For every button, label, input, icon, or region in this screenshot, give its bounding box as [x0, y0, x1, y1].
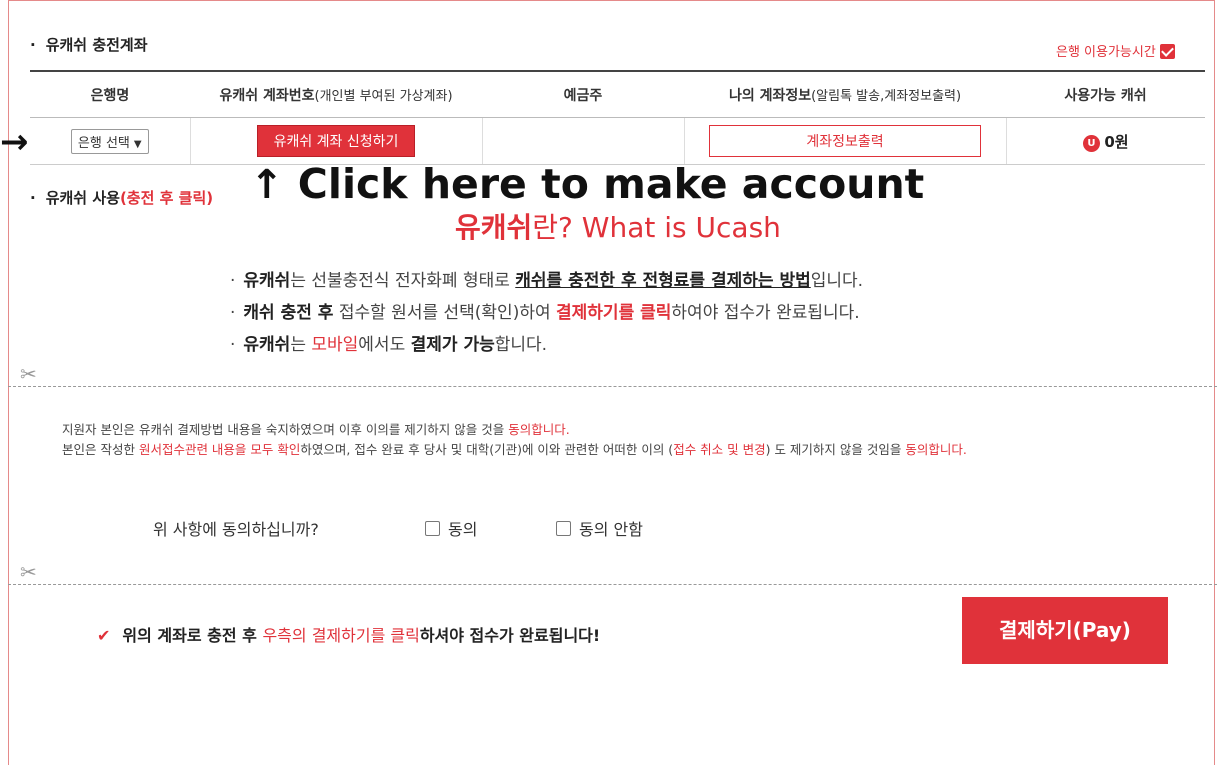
cut-divider	[8, 386, 1217, 387]
cash-amount: 0원	[1104, 132, 1129, 151]
use-section-title: · 유캐쉬 사용(충전 후 클릭)	[30, 189, 214, 207]
scissors-icon: ✂	[20, 362, 37, 386]
table-row: 은행 선택 ▼ 유캐쉬 계좌 신청하기 계좌정보출력 U 0원	[30, 117, 1205, 165]
list-item: · 유캐쉬는 선불충전식 전자화폐 형태로 캐쉬를 충전한 후 전형료를 결제하는…	[230, 271, 864, 291]
agreement-question: 위 사항에 동의하십니까?	[153, 520, 319, 539]
holder-cell	[482, 117, 685, 165]
annotation-text: ↑ Click here to make account	[250, 160, 925, 208]
ucash-info-list: · 유캐쉬는 선불충전식 전자화폐 형태로 캐쉬를 충전한 후 전형료를 결제하는…	[230, 265, 863, 361]
print-account-info-button[interactable]: 계좌정보출력	[709, 125, 981, 157]
agreement-text: 지원자 본인은 유캐쉬 결제방법 내용을 숙지하였으며 이후 이의를 제기하지 …	[62, 422, 967, 457]
col-my-info: 나의 계좌정보(알림톡 발송,계좌정보출력)	[684, 70, 1006, 118]
what-is-ucash-title: 유캐쉬란? What is Ucash	[455, 211, 781, 244]
list-item: · 캐쉬 충전 후 접수할 원서를 선택(확인)하여 결제하기를 클릭하여야 접수…	[230, 303, 860, 323]
col-cash: 사용가능 캐쉬	[1006, 70, 1205, 118]
col-bank: 은행명	[30, 70, 190, 118]
arrow-right-icon: →	[0, 122, 29, 162]
bank-select[interactable]: 은행 선택 ▼	[70, 128, 149, 154]
ucash-coin-icon: U	[1082, 134, 1100, 152]
cut-divider	[8, 584, 1217, 585]
checkbox-icon[interactable]	[425, 521, 440, 536]
checkmark-icon: ✔	[97, 626, 111, 645]
col-holder: 예금주	[482, 70, 684, 118]
chevron-down-icon: ▼	[133, 138, 142, 150]
list-item: · 유캐쉬는 모바일에서도 결제가 가능합니다.	[230, 335, 548, 355]
apply-account-button[interactable]: 유캐쉬 계좌 신청하기	[256, 125, 416, 157]
col-account: 유캐쉬 계좌번호(개인별 부여된 가상계좌)	[190, 70, 482, 118]
pay-button[interactable]: 결제하기(Pay)	[962, 597, 1168, 664]
charge-account-title: · 유캐쉬 충전계좌	[30, 36, 148, 54]
charge-account-table: 은행명 유캐쉬 계좌번호(개인별 부여된 가상계좌) 예금주 나의 계좌정보(알…	[30, 70, 1205, 165]
disagree-checkbox[interactable]: 동의 안함	[556, 516, 643, 540]
check-icon	[1159, 44, 1175, 59]
agree-checkbox[interactable]: 동의	[425, 516, 477, 540]
checkbox-icon[interactable]	[556, 521, 571, 536]
bank-hours-link[interactable]: 은행 이용가능시간	[1056, 41, 1175, 60]
scissors-icon: ✂	[20, 560, 37, 584]
arrow-up-icon: ↑	[250, 162, 284, 208]
completion-note: ✔ 위의 계좌로 충전 후 우측의 결제하기를 클릭하셔야 접수가 완료됩니다!	[97, 626, 601, 645]
